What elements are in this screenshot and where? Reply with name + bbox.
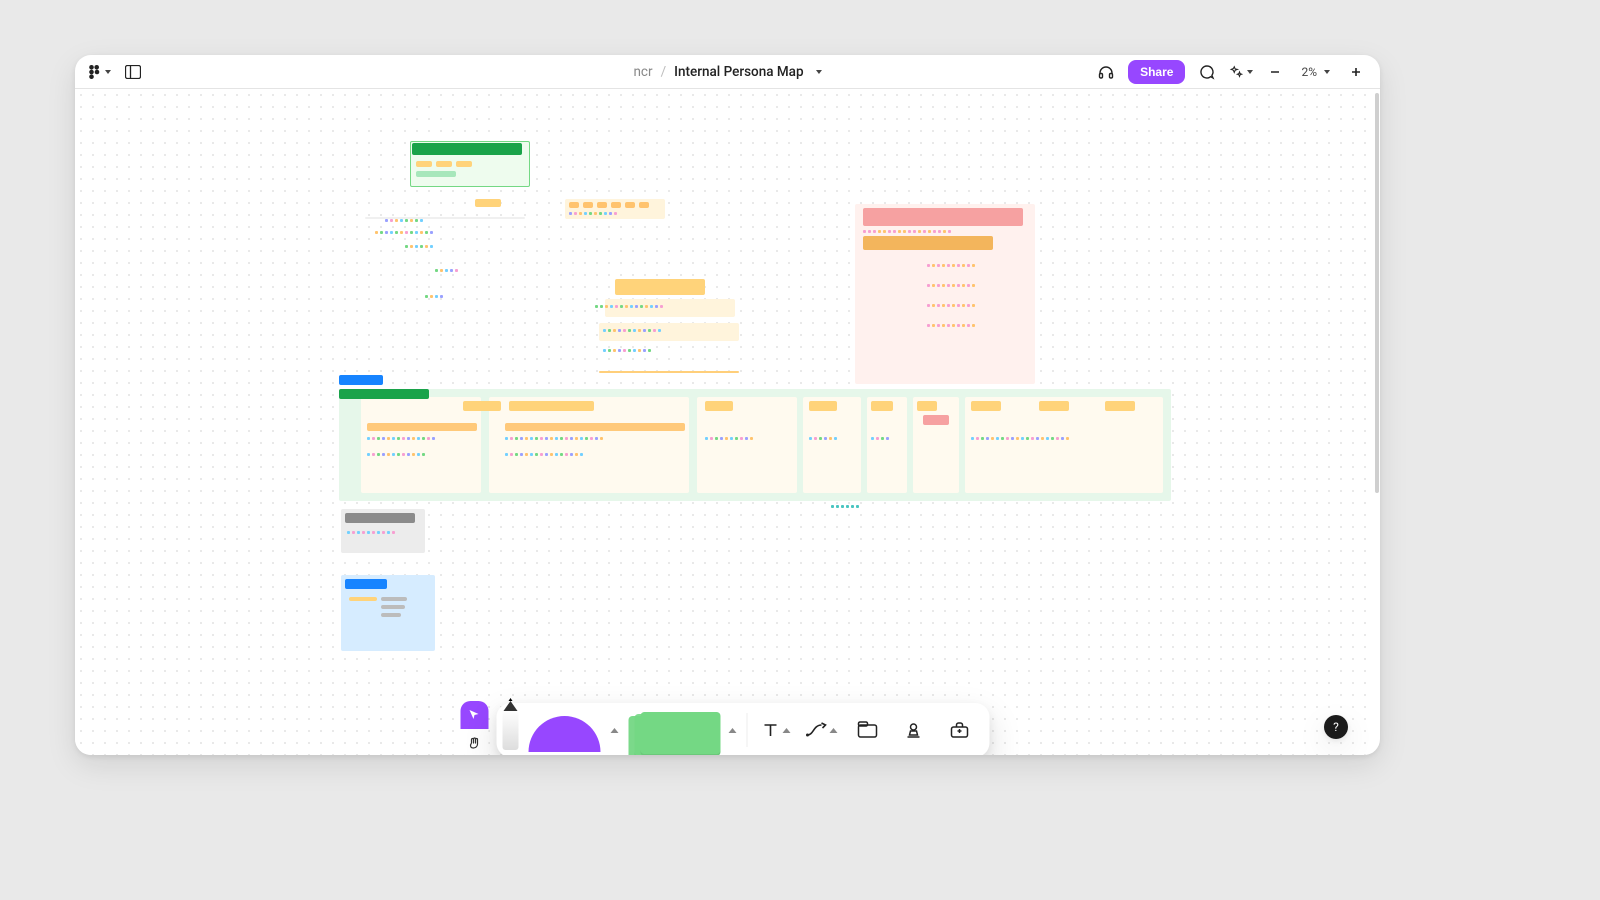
- select-tool[interactable]: [460, 701, 488, 729]
- help-label: ?: [1333, 720, 1339, 734]
- panels-toggle[interactable]: [121, 60, 145, 84]
- stamp-tool[interactable]: [895, 712, 931, 748]
- text-icon: [760, 720, 780, 740]
- top-toolbar: ncr / Internal Persona Map Share: [75, 55, 1380, 89]
- breadcrumb-separator: /: [661, 64, 667, 80]
- blue-card[interactable]: [341, 575, 435, 651]
- chevron-down-icon: [816, 70, 822, 74]
- panels-icon: [125, 65, 141, 79]
- dock-panel-main: [496, 703, 989, 755]
- cream-block-a[interactable]: [565, 199, 685, 269]
- hand-tool[interactable]: [460, 729, 488, 755]
- audio-button[interactable]: [1094, 60, 1118, 84]
- sticky-note-tool[interactable]: [628, 712, 718, 755]
- widgets-icon: [949, 721, 969, 739]
- comment-icon: [1199, 64, 1215, 80]
- zoom-level[interactable]: 2%: [1297, 65, 1334, 79]
- sparkle-icon: [1229, 64, 1243, 80]
- share-button[interactable]: Share: [1128, 60, 1185, 84]
- widgets-tool[interactable]: [941, 712, 977, 748]
- chevron-down-icon: [1247, 70, 1253, 74]
- teal-marks[interactable]: [831, 505, 861, 515]
- ai-tools[interactable]: [1229, 60, 1253, 84]
- hand-icon: [467, 736, 481, 750]
- vertical-scrollbar[interactable]: [1374, 89, 1380, 755]
- chevron-down-icon: [105, 70, 111, 74]
- section-tool[interactable]: [849, 712, 885, 748]
- select-hand-group: [460, 701, 488, 755]
- shape-tool[interactable]: [528, 716, 600, 752]
- zoom-label: 2%: [1301, 65, 1317, 79]
- help-button[interactable]: ?: [1324, 715, 1348, 739]
- chevron-up-icon: [782, 728, 790, 733]
- stamp-icon: [904, 721, 922, 739]
- lanes-band[interactable]: [339, 389, 1171, 501]
- dock-divider: [746, 713, 747, 747]
- connector-tool[interactable]: [803, 712, 839, 748]
- board-canvas[interactable]: ?: [75, 89, 1374, 755]
- comments-button[interactable]: [1195, 60, 1219, 84]
- plus-icon: [1349, 65, 1363, 79]
- bottom-dock: [460, 701, 989, 755]
- connector-icon: [805, 721, 827, 739]
- project-name: ncr: [633, 64, 652, 80]
- cursor-icon: [468, 709, 480, 721]
- section-icon: [857, 721, 877, 739]
- tree-cluster[interactable]: [365, 199, 535, 359]
- cream-block-b[interactable]: [575, 279, 805, 399]
- band-labels[interactable]: [339, 375, 539, 395]
- document-title: Internal Persona Map: [674, 64, 803, 80]
- chevron-down-icon: [1324, 70, 1330, 74]
- breadcrumb[interactable]: ncr / Internal Persona Map: [633, 64, 821, 80]
- zoom-in[interactable]: [1344, 60, 1368, 84]
- zoom-out[interactable]: [1263, 60, 1287, 84]
- section-green-a[interactable]: [410, 141, 530, 187]
- sticky-caret[interactable]: [728, 728, 736, 733]
- chevron-up-icon: [829, 728, 837, 733]
- marker-tool[interactable]: [502, 710, 518, 750]
- pink-panel[interactable]: [855, 184, 1045, 384]
- app-window: ncr / Internal Persona Map Share: [75, 55, 1380, 755]
- minus-icon: [1268, 65, 1282, 79]
- figma-menu[interactable]: [87, 60, 111, 84]
- shape-caret[interactable]: [610, 728, 618, 733]
- figma-logo-icon: [87, 64, 101, 80]
- text-tool[interactable]: [757, 712, 793, 748]
- gray-card[interactable]: [341, 509, 425, 553]
- headphones-icon: [1098, 64, 1114, 80]
